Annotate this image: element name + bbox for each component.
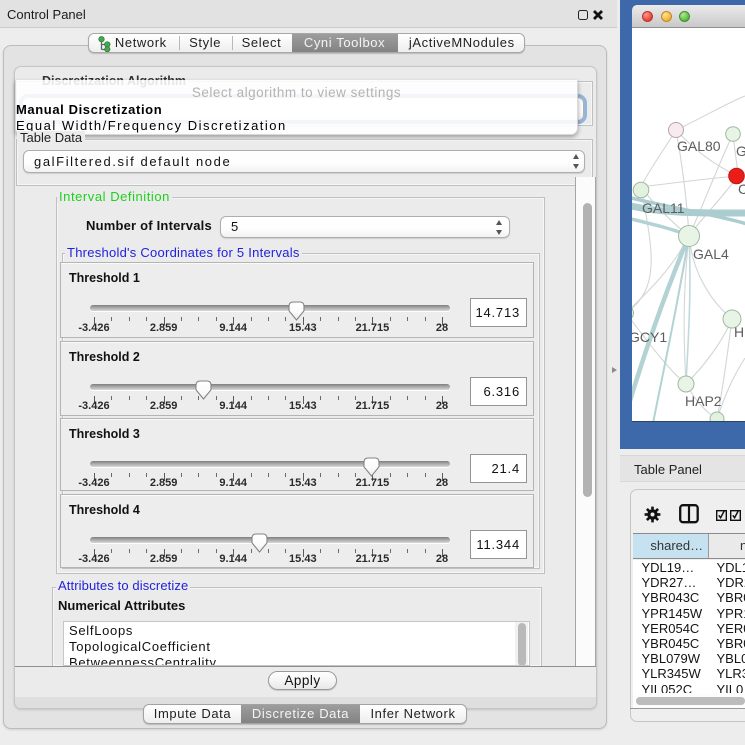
- svg-text:HAP2: HAP2: [685, 393, 722, 409]
- svg-text:GAL4: GAL4: [693, 246, 729, 262]
- svg-text:GAL11: GAL11: [642, 200, 685, 216]
- svg-text:G.: G.: [736, 143, 745, 159]
- svg-text:C: C: [738, 181, 745, 197]
- svg-text:GCY1: GCY1: [632, 329, 667, 345]
- svg-text:GAL80: GAL80: [677, 138, 721, 154]
- svg-text:H: H: [734, 324, 744, 340]
